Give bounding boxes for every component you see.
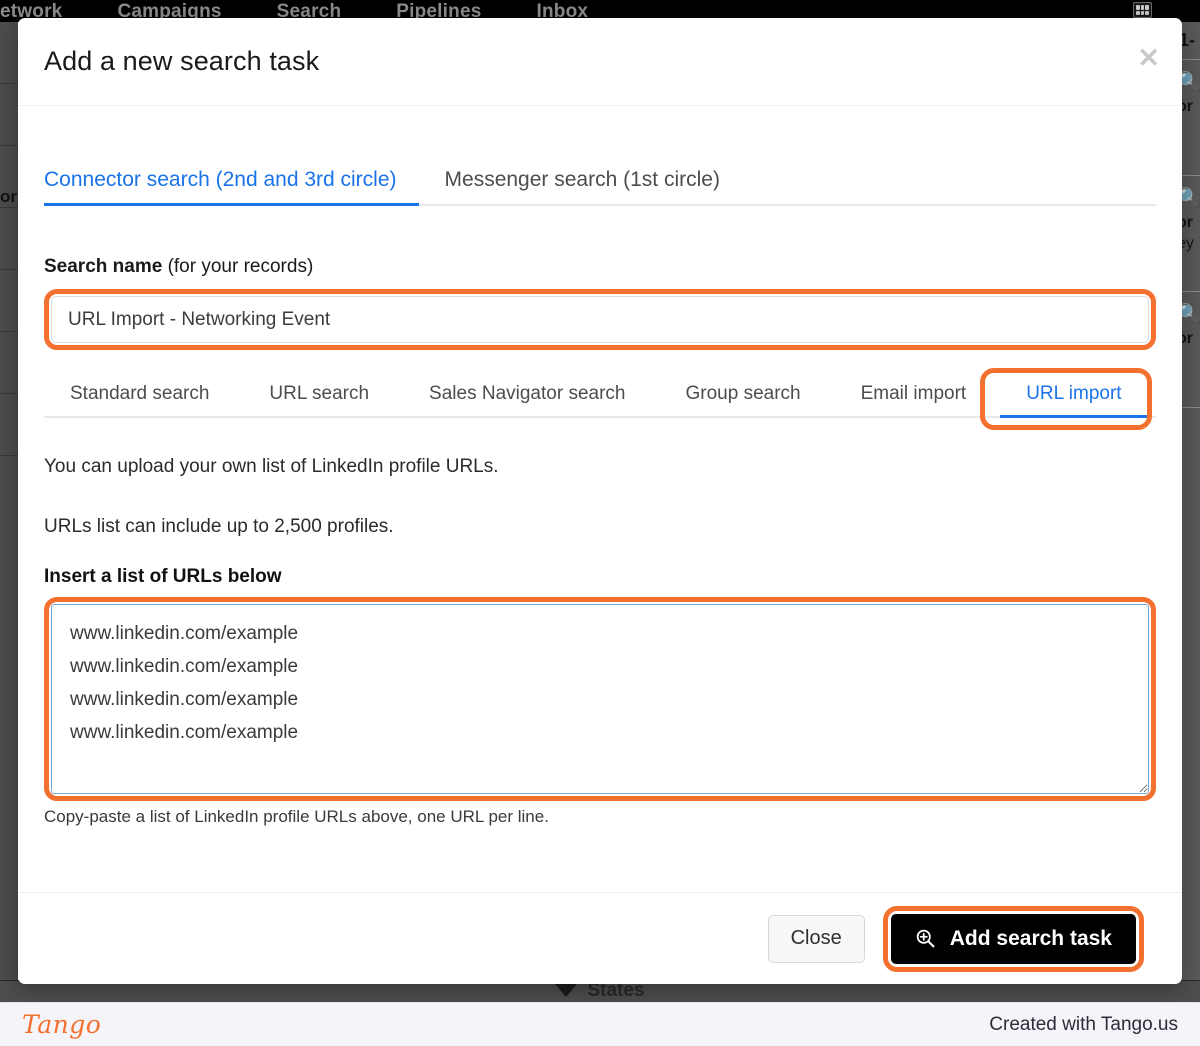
page-title: Add a new search task [44,46,320,76]
urls-helper-text: Copy-paste a list of LinkedIn profile UR… [44,807,549,826]
tango-logo: Tango [22,1010,102,1039]
zoom-in-icon [915,928,936,949]
subtab-url-search[interactable]: URL search [239,383,399,416]
subtab-group-search[interactable]: Group search [655,383,830,416]
subtab-sales-navigator-search[interactable]: Sales Navigator search [399,383,655,416]
urls-field-label: Insert a list of URLs below [44,566,282,587]
subtab-standard-search[interactable]: Standard search [44,383,239,416]
add-search-task-button-label: Add search task [949,926,1112,950]
sub-tabs-wrapper: Standard search URL search Sales Navigat… [44,368,1156,430]
left-rail-segment [0,394,18,456]
background-left-rail [0,22,18,1002]
search-name-highlight-ring [44,289,1156,350]
description-limit: URLs list can include up to 2,500 profil… [44,516,394,537]
grid-dot [1145,10,1149,15]
add-search-task-modal: Add a new search task ✕ Connector search… [18,18,1182,984]
close-button[interactable]: Close [767,914,865,963]
urls-textarea[interactable]: www.linkedin.com/example www.linkedin.co… [51,604,1149,794]
left-rail-segment [0,208,18,270]
modal-header: Add a new search task ✕ [18,18,1182,106]
grid-dot [1140,5,1145,10]
app-grid-icon[interactable] [1133,2,1152,18]
grid-dot [1145,5,1149,10]
urls-highlight-ring: www.linkedin.com/example www.linkedin.co… [44,597,1156,801]
tab-messenger-search[interactable]: Messenger search (1st circle) [419,168,746,204]
grid-dot [1136,10,1140,15]
modal-body: Connector search (2nd and 3rd circle) Me… [18,134,1182,924]
left-rail-segment [0,22,18,84]
left-rail-segment [0,332,18,394]
main-tabs: Connector search (2nd and 3rd circle) Me… [44,134,1156,206]
add-search-task-highlight-ring: Add search task [882,905,1144,972]
tango-credit: Created with Tango.us [989,1013,1178,1035]
left-rail-label: or [0,188,17,206]
sub-tabs: Standard search URL search Sales Navigat… [44,372,1156,418]
caret-down-icon[interactable] [555,984,578,997]
grid-dot [1140,10,1145,15]
subtab-email-import[interactable]: Email import [831,383,997,416]
search-name-input[interactable] [51,296,1149,343]
subtab-url-import[interactable]: URL import [996,383,1151,418]
grid-dot [1136,5,1140,10]
close-icon[interactable]: ✕ [1137,44,1160,72]
search-name-label-bold: Search name [44,256,163,277]
search-name-label-rest: (for your records) [162,256,314,277]
modal-footer: Close Add search task [18,892,1182,984]
add-search-task-button[interactable]: Add search task [890,913,1136,964]
description-upload: You can upload your own list of LinkedIn… [44,456,499,477]
search-name-label: Search name (for your records) [44,256,1156,278]
tab-connector-search[interactable]: Connector search (2nd and 3rd circle) [44,168,419,206]
tango-footer: Tango Created with Tango.us [0,1002,1200,1046]
left-rail-segment [0,270,18,332]
left-rail-segment [0,84,18,146]
